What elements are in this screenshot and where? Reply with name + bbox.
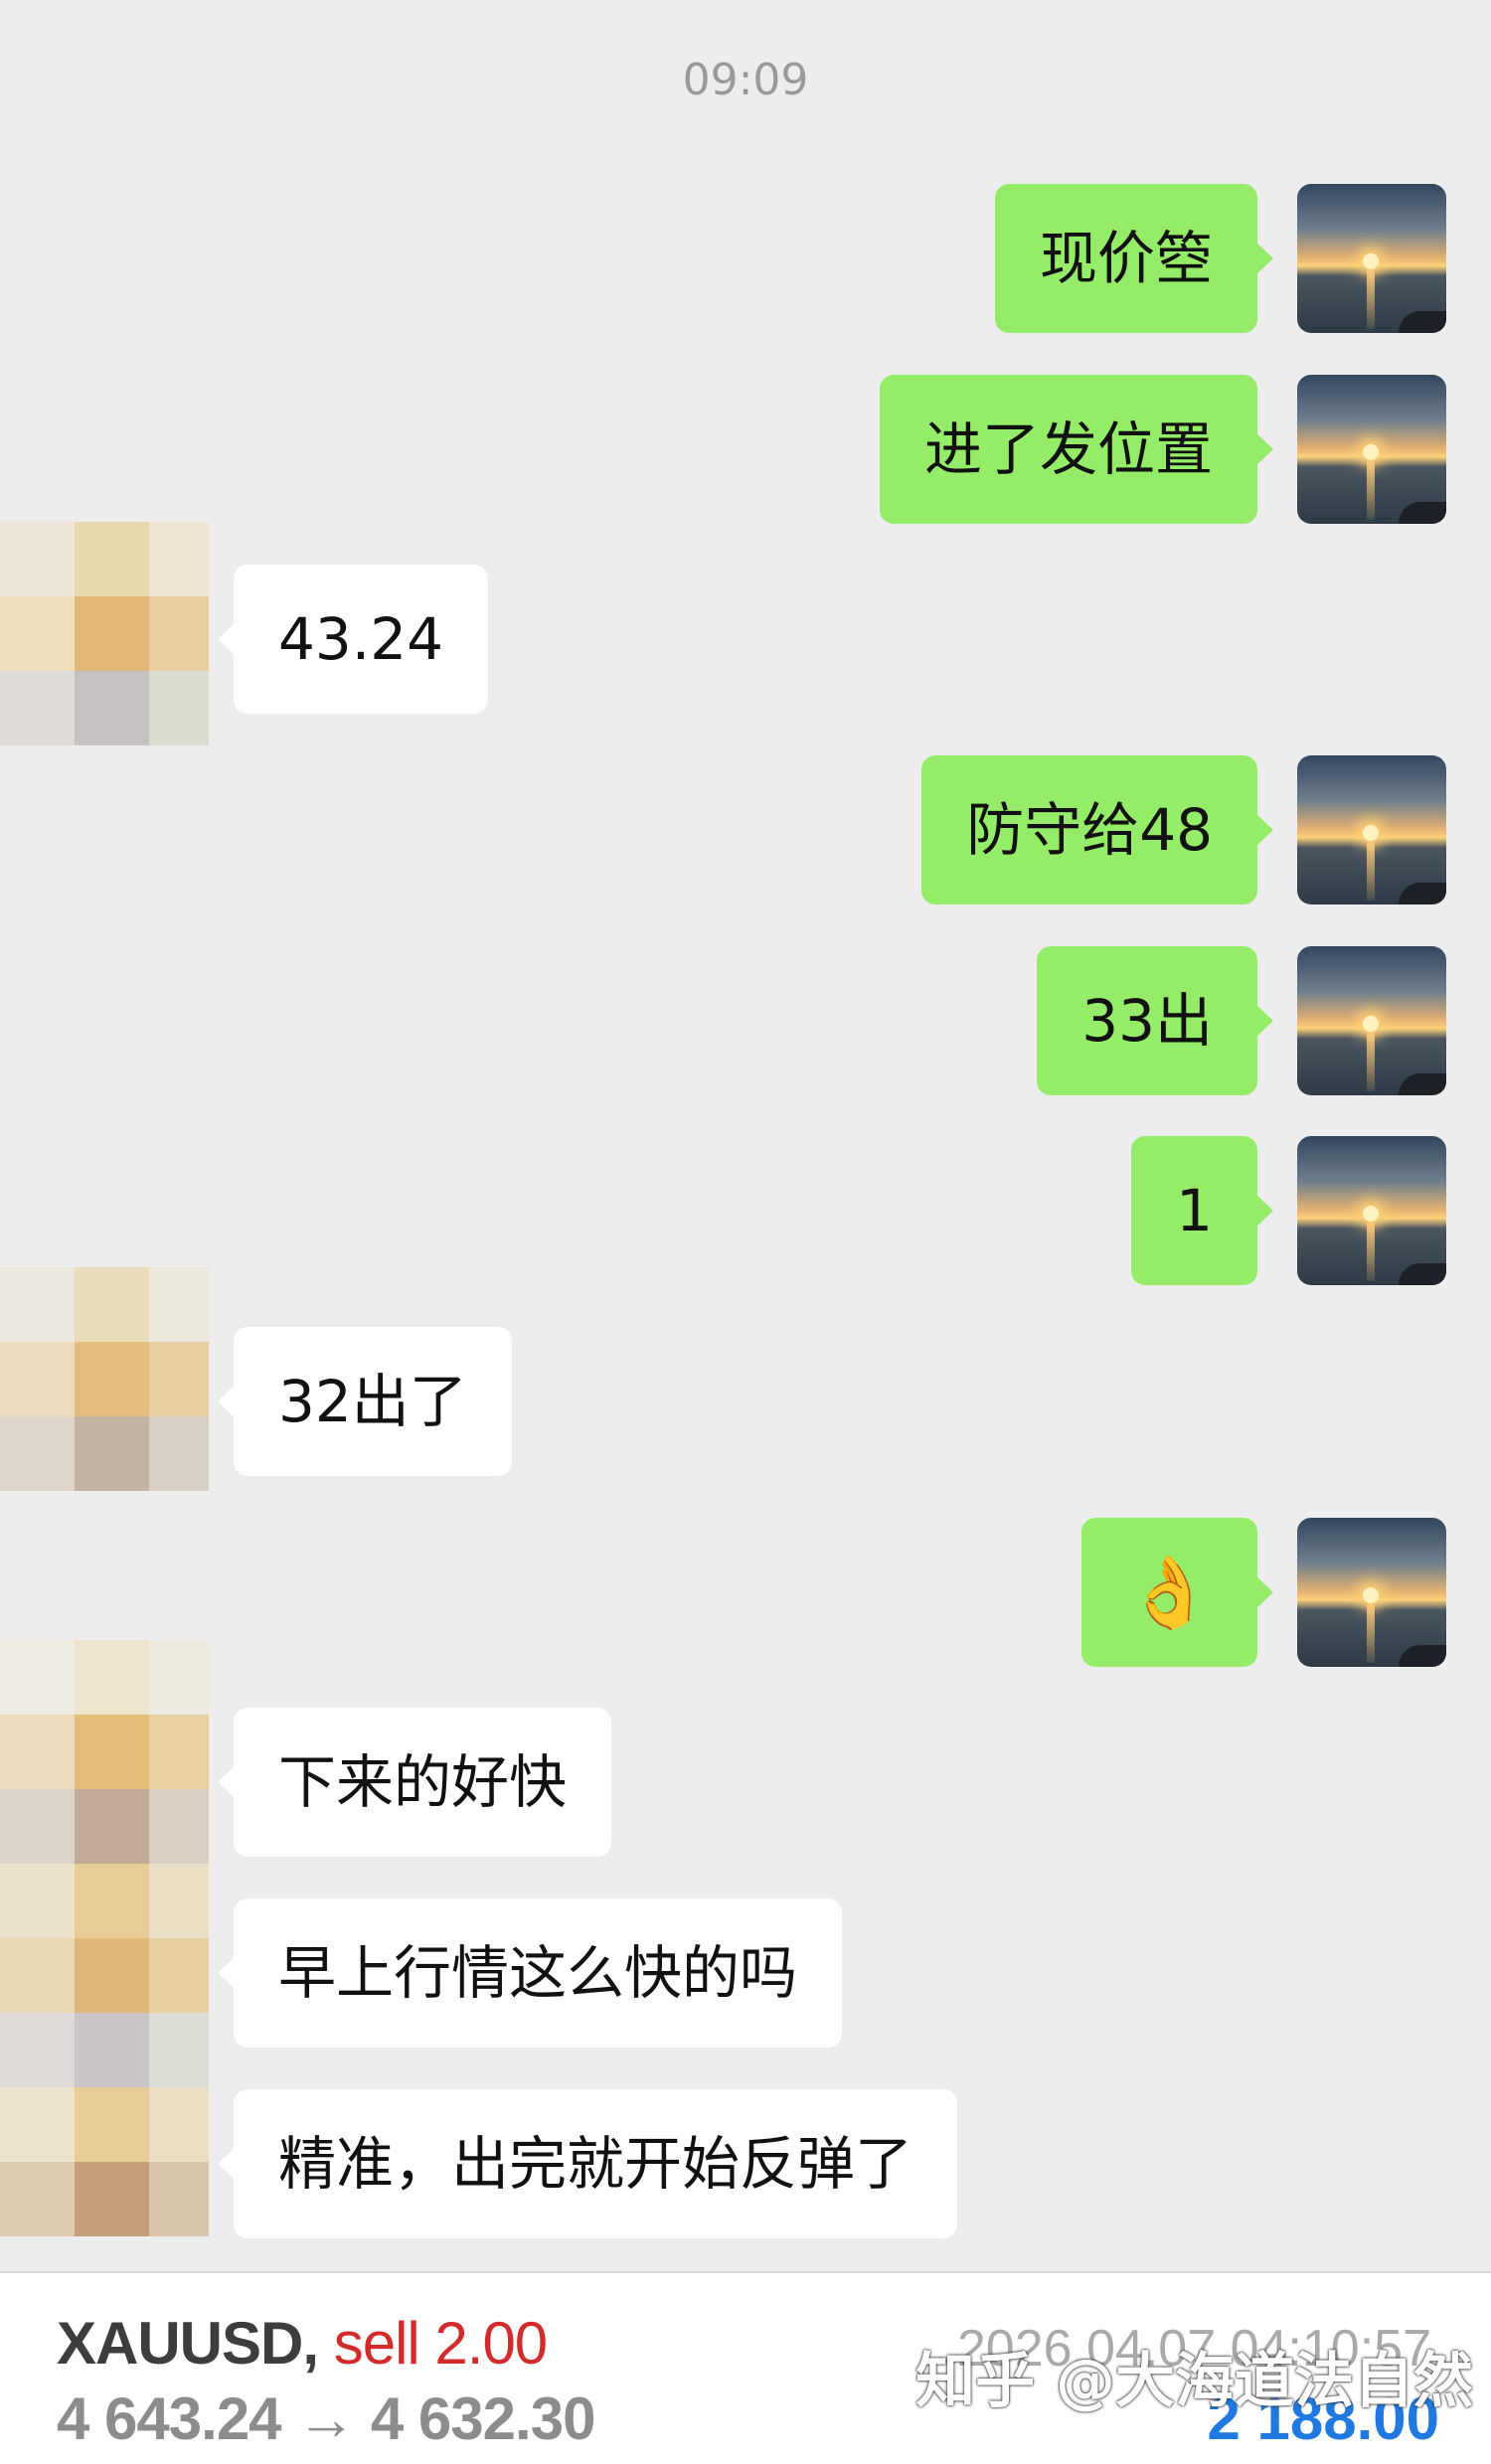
message-bubble[interactable]: 32出了 <box>218 1327 512 1476</box>
message-bubble[interactable]: 防守给48 <box>921 755 1273 904</box>
chat-area[interactable]: 09:09 现价箜 进了发位置 43.24 防守给48 33出 1 32出了 👌… <box>0 0 1491 2266</box>
message-bubble[interactable]: 早上行情这么快的吗 <box>217 1898 843 2048</box>
avatar-self[interactable] <box>1297 755 1446 904</box>
message-row: 防守给48 <box>0 755 1491 904</box>
message-row: 1 <box>0 1136 1491 1285</box>
timestamp: 09:09 <box>682 55 809 105</box>
message-bubble[interactable]: 进了发位置 <box>879 375 1274 524</box>
message-bubble[interactable]: 下来的好快 <box>217 1708 612 1857</box>
message-bubble[interactable]: 33出 <box>1037 946 1273 1095</box>
message-row: 现价箜 <box>0 184 1491 333</box>
watermark: 知乎 @大海道法自然 <box>915 2347 1473 2416</box>
avatar-self[interactable] <box>1297 1518 1446 1667</box>
avatar-self[interactable] <box>1297 375 1446 524</box>
message-row: 43.24 <box>0 565 1491 714</box>
avatar-self[interactable] <box>1297 1136 1446 1285</box>
avatar-self[interactable] <box>1297 946 1446 1095</box>
trade-prices: 4 643.24 → 4 632.30 <box>57 2385 595 2452</box>
message-row: 进了发位置 <box>0 375 1491 524</box>
message-bubble[interactable]: 精准，出完就开始反弹了 <box>217 2089 958 2238</box>
message-row: 精准，出完就开始反弹了 <box>0 2089 1491 2238</box>
message-row: 👌 <box>0 1518 1491 1667</box>
message-row: 33出 <box>0 946 1491 1095</box>
trade-record-panel: XAUUSD, sell 2.00 4 643.24 → 4 632.30 20… <box>0 2271 1491 2464</box>
message-bubble[interactable]: 现价箜 <box>994 184 1274 333</box>
trade-direction: sell 2.00 <box>333 2310 548 2377</box>
message-row: 下来的好快 <box>0 1708 1491 1857</box>
ok-hand-emoji[interactable]: 👌 <box>1080 1518 1274 1667</box>
avatar-self[interactable] <box>1297 184 1446 333</box>
message-row: 32出了 <box>0 1327 1491 1476</box>
trade-symbol: XAUUSD, <box>57 2310 319 2377</box>
message-bubble[interactable]: 43.24 <box>217 565 489 714</box>
message-bubble[interactable]: 1 <box>1131 1136 1273 1285</box>
trade-header: XAUUSD, sell 2.00 <box>57 2309 548 2378</box>
message-row: 早上行情这么快的吗 <box>0 1898 1491 2048</box>
